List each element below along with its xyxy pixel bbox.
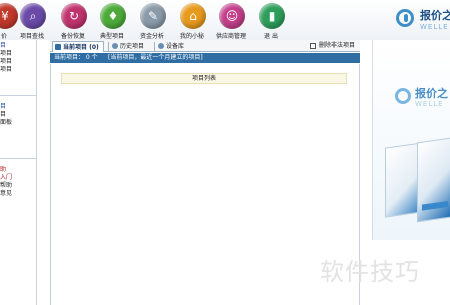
toolbar-project-search-button[interactable]: ⌕ 项目查找 — [12, 0, 52, 40]
project-list-panel: 项目列表 — [50, 64, 360, 305]
logo-icon — [395, 88, 411, 104]
logo-icon — [396, 9, 414, 27]
brand-logo: 报价之 WELLE — [392, 5, 450, 35]
tab-current-projects[interactable]: 当前项目 (0) — [52, 41, 104, 52]
product-ad-panel: 报价之 WELLE — [372, 40, 450, 240]
history-icon — [112, 43, 118, 49]
home-icon: ⌂ — [180, 3, 206, 29]
watermark-text: 软件技巧 — [320, 258, 420, 286]
analysis-icon: ✎ — [140, 3, 166, 29]
tab-separator — [108, 42, 109, 51]
tab-history-projects[interactable]: 历史项目 — [110, 41, 154, 52]
project-hint-text: [当前项目，最近一个月建立的项目] — [108, 54, 203, 61]
sidebar-divider — [0, 158, 36, 159]
backup-icon: ↻ — [61, 3, 87, 29]
supplier-icon: ☺ — [219, 3, 245, 29]
exit-icon: ▮ — [259, 3, 285, 29]
project-list-header: 项目列表 — [61, 73, 347, 84]
tab-separator — [154, 42, 155, 51]
delete-invalid-checkbox[interactable]: 删除非法项目 — [310, 41, 355, 51]
sidebar-divider — [0, 95, 36, 96]
sidebar-item[interactable]: 意见 — [0, 188, 12, 197]
stamp-icon: ♦ — [100, 3, 126, 29]
box-stripe — [422, 201, 448, 211]
folder-icon — [55, 44, 61, 50]
product-box-image — [417, 137, 450, 223]
left-sidebar: 目 项目 项目 项目 目 目 面板 助 入门 帮助 意见 — [0, 40, 37, 305]
app-window: ¥ 价 ⌕ 项目查找 ↻ 备份恢复 ♦ 典型项目 ✎ 资金分析 ⌂ 我的小秘 ☺… — [0, 0, 450, 305]
sidebar-item[interactable]: 项目 — [0, 64, 12, 73]
project-count-text: 当前项目： 0 个 — [54, 54, 98, 61]
main-toolbar: ¥ 价 ⌕ 项目查找 ↻ 备份恢复 ♦ 典型项目 ✎ 资金分析 ⌂ 我的小秘 ☺… — [0, 0, 450, 40]
project-status-bar: 当前项目： 0 个 [当前项目，最近一个月建立的项目] — [50, 53, 360, 63]
sidebar-item[interactable]: 面板 — [0, 117, 12, 126]
checkbox-box[interactable] — [310, 42, 316, 49]
toolbar-exit-button[interactable]: ▮ 退 出 — [251, 0, 291, 40]
search-icon: ⌕ — [20, 3, 46, 29]
device-icon — [158, 43, 164, 49]
tab-device-library[interactable]: 设备库 — [156, 41, 196, 52]
